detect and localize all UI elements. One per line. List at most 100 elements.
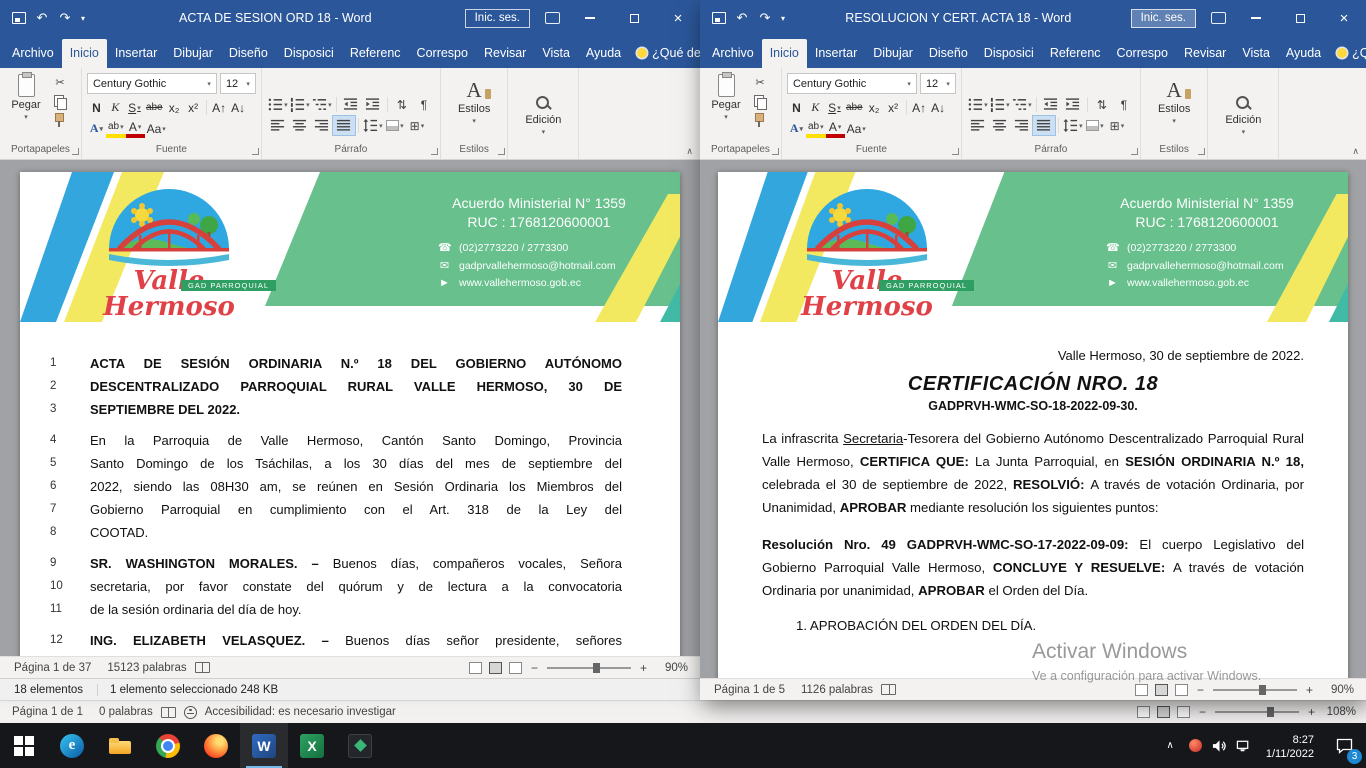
font-name-combo[interactable]: Century Gothic bbox=[787, 73, 917, 94]
text-effects-button[interactable]: A bbox=[87, 119, 106, 138]
hidden-icons-chevron[interactable]: ∧ bbox=[1157, 740, 1184, 751]
font-color-button[interactable]: A bbox=[826, 120, 845, 138]
ribbon-tab[interactable]: Referenc bbox=[1042, 39, 1109, 68]
page-indicator[interactable]: Página 1 de 1 bbox=[4, 706, 91, 718]
ribbon-tab[interactable]: Disposici bbox=[276, 39, 342, 68]
accessibility-status[interactable]: Accesibilidad: es necesario investigar bbox=[197, 706, 404, 718]
superscript-button[interactable]: x² bbox=[884, 98, 903, 117]
document-body[interactable]: 1 ACTA DE SESIÓN ORDINARIA N.º 18 DEL GO… bbox=[20, 322, 680, 652]
paste-button[interactable]: Pegar bbox=[3, 71, 49, 142]
font-color-button[interactable]: A bbox=[126, 120, 145, 138]
format-painter-icon[interactable] bbox=[49, 111, 71, 129]
ribbon-tab[interactable]: Archivo bbox=[704, 39, 762, 68]
styles-dialog-launcher[interactable] bbox=[498, 148, 505, 155]
document-page[interactable]: Valle Hermoso GAD PARROQUIAL Acuerdo Min… bbox=[718, 172, 1348, 678]
read-mode-button[interactable] bbox=[469, 662, 482, 674]
change-case-button[interactable]: Aa bbox=[145, 119, 168, 138]
ribbon-tab[interactable]: Vista bbox=[534, 39, 578, 68]
qat-customize-icon[interactable]: ▾ bbox=[81, 14, 85, 23]
styles-button[interactable]: A Estilos bbox=[1148, 78, 1200, 127]
highlight-button[interactable]: ab bbox=[106, 120, 126, 138]
numbering-icon[interactable] bbox=[289, 95, 311, 114]
bullets-icon[interactable] bbox=[967, 95, 989, 114]
paste-button[interactable]: Pegar bbox=[703, 71, 749, 142]
sort-icon[interactable]: ⇅ bbox=[1091, 95, 1113, 114]
borders-icon[interactable]: ⊞ bbox=[406, 116, 428, 135]
ribbon-tab[interactable]: Insertar bbox=[807, 39, 865, 68]
proofing-icon[interactable] bbox=[195, 662, 210, 673]
grow-font-button[interactable]: A↑ bbox=[210, 98, 229, 117]
decrease-indent-icon[interactable] bbox=[340, 95, 362, 114]
paragraph-dialog-launcher[interactable] bbox=[431, 148, 438, 155]
zoom-slider[interactable] bbox=[1213, 689, 1297, 691]
zoom-out-button[interactable]: − bbox=[1197, 705, 1208, 719]
font-dialog-launcher[interactable] bbox=[952, 148, 959, 155]
paragraph-dialog-launcher[interactable] bbox=[1131, 148, 1138, 155]
clipboard-dialog-launcher[interactable] bbox=[772, 148, 779, 155]
strikethrough-button[interactable]: abe bbox=[844, 98, 865, 117]
sign-in-button[interactable]: Inic. ses. bbox=[1131, 9, 1196, 28]
clipboard-dialog-launcher[interactable] bbox=[72, 148, 79, 155]
font-name-combo[interactable]: Century Gothic bbox=[87, 73, 217, 94]
collapse-ribbon-icon[interactable]: ∧ bbox=[1352, 146, 1359, 157]
line-spacing-icon[interactable] bbox=[1062, 116, 1084, 135]
proofing-icon[interactable] bbox=[161, 707, 176, 718]
ribbon-tab[interactable]: Ayuda bbox=[1278, 39, 1329, 68]
edge-icon[interactable] bbox=[48, 723, 96, 768]
increase-indent-icon[interactable] bbox=[362, 95, 384, 114]
zoom-slider[interactable] bbox=[1215, 711, 1299, 713]
print-layout-button[interactable] bbox=[1157, 706, 1170, 718]
align-center-icon[interactable] bbox=[289, 116, 311, 135]
ribbon-tab[interactable]: Diseño bbox=[921, 39, 976, 68]
save-icon[interactable] bbox=[712, 12, 726, 24]
zoom-in-button[interactable]: + bbox=[1304, 683, 1315, 697]
ribbon-tab[interactable]: Revisar bbox=[476, 39, 534, 68]
web-layout-button[interactable] bbox=[509, 662, 522, 674]
ribbon-tab[interactable]: Inicio bbox=[62, 39, 107, 68]
volume-icon[interactable] bbox=[1208, 723, 1232, 768]
word-icon[interactable] bbox=[240, 723, 288, 768]
copy-icon[interactable] bbox=[749, 92, 771, 110]
ribbon-tab[interactable]: Dibujar bbox=[865, 39, 921, 68]
ribbon-tab[interactable]: Vista bbox=[1234, 39, 1278, 68]
align-left-icon[interactable] bbox=[267, 116, 289, 135]
app-icon[interactable] bbox=[336, 723, 384, 768]
font-size-combo[interactable]: 12 bbox=[220, 73, 256, 94]
tray-app-icon[interactable] bbox=[1184, 723, 1208, 768]
zoom-level[interactable]: 108% bbox=[1324, 706, 1356, 718]
zoom-slider[interactable] bbox=[547, 667, 631, 669]
format-painter-icon[interactable] bbox=[749, 111, 771, 129]
underline-button[interactable]: S bbox=[125, 98, 144, 117]
web-layout-button[interactable] bbox=[1177, 706, 1190, 718]
ribbon-tab[interactable]: Referenc bbox=[342, 39, 409, 68]
redo-icon[interactable]: ↷ bbox=[58, 10, 72, 26]
page-indicator[interactable]: Página 1 de 5 bbox=[706, 684, 793, 696]
line-spacing-icon[interactable] bbox=[362, 116, 384, 135]
shading-icon[interactable] bbox=[1084, 116, 1106, 135]
styles-button[interactable]: A Estilos bbox=[448, 78, 500, 127]
italic-button[interactable]: K bbox=[806, 98, 825, 117]
accessibility-icon[interactable] bbox=[184, 706, 197, 719]
zoom-in-button[interactable]: + bbox=[1306, 705, 1317, 719]
zoom-slider-thumb[interactable] bbox=[1259, 685, 1266, 695]
qat-customize-icon[interactable]: ▾ bbox=[781, 14, 785, 23]
chrome-icon[interactable] bbox=[144, 723, 192, 768]
shrink-font-button[interactable]: A↓ bbox=[929, 98, 948, 117]
zoom-out-button[interactable]: − bbox=[1195, 683, 1206, 697]
zoom-level[interactable]: 90% bbox=[1322, 684, 1354, 696]
action-center-icon[interactable]: 3 bbox=[1324, 723, 1364, 768]
ribbon-tab[interactable]: Inicio bbox=[762, 39, 807, 68]
change-case-button[interactable]: Aa bbox=[845, 119, 868, 138]
network-icon[interactable] bbox=[1232, 723, 1256, 768]
subscript-button[interactable]: x₂ bbox=[865, 98, 884, 117]
text-effects-button[interactable]: A bbox=[787, 119, 806, 138]
ribbon-tab[interactable]: Ayuda bbox=[578, 39, 629, 68]
maximize-button[interactable] bbox=[612, 0, 656, 36]
undo-icon[interactable]: ↶ bbox=[35, 10, 49, 26]
print-layout-button[interactable] bbox=[1155, 684, 1168, 696]
read-mode-button[interactable] bbox=[1135, 684, 1148, 696]
tell-me-search[interactable]: ¿Qué des bbox=[1329, 39, 1366, 68]
zoom-slider-thumb[interactable] bbox=[593, 663, 600, 673]
ribbon-tab[interactable]: Correspo bbox=[409, 39, 476, 68]
numbering-icon[interactable] bbox=[989, 95, 1011, 114]
